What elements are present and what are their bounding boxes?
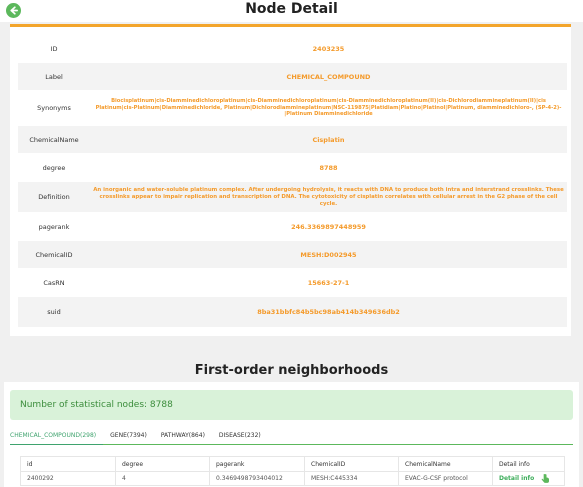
top-bar: Node Detail: [0, 0, 583, 22]
detail-row-chemicalname: ChemicalName Cisplatin: [18, 126, 567, 153]
page-title: Node Detail: [245, 1, 338, 17]
detail-label: pagerank: [38, 222, 70, 231]
detail-label: degree: [42, 163, 66, 172]
detail-label: ID: [50, 44, 58, 53]
neighbors-table: id degree pagerank ChemicalID ChemicalNa…: [20, 456, 565, 486]
detail-label: Label: [45, 72, 63, 81]
detail-row-degree: degree 8788: [18, 154, 567, 181]
node-detail-card: ID 2403235 Label CHEMICAL_COMPOUND Synon…: [10, 24, 571, 336]
detail-value: 2403235: [312, 44, 345, 53]
cell-detail-info: Detail info: [492, 471, 565, 486]
detail-label: CasRN: [43, 278, 65, 287]
detail-label: Definition: [38, 193, 70, 201]
detail-label: ChemicalID: [35, 250, 73, 259]
tab-chemical-compound[interactable]: CHEMICAL_COMPOUND(298): [10, 432, 104, 445]
detail-value: An inorganic and water-soluble platinum …: [93, 186, 564, 207]
column-header: ChemicalID: [304, 456, 399, 472]
detail-value: Cisplatin: [312, 135, 345, 144]
column-header: ChemicalName: [398, 456, 493, 472]
detail-row-id: ID 2403235: [18, 35, 567, 62]
neighborhoods-panel: Number of statistical nodes: 8788 CHEMIC…: [4, 382, 579, 487]
tab-bar: CHEMICAL_COMPOUND(298) GENE(7394) PATHWA…: [10, 425, 573, 445]
detail-row-synonyms: Synonyms Biocisplatinum|cis-Diamminedich…: [18, 91, 567, 125]
detail-value: MESH:D002945: [300, 250, 357, 259]
tab-pathway[interactable]: PATHWAY(864): [154, 432, 212, 444]
detail-value: CHEMICAL_COMPOUND: [286, 72, 371, 81]
cell-degree: 4: [115, 471, 210, 486]
detail-value: Biocisplatinum|cis-Diamminedichloroplati…: [95, 98, 562, 118]
column-header: Detail info: [492, 456, 565, 472]
detail-value: 8ba31bbfc84b5bc98ab414b349636db2: [257, 308, 400, 316]
detail-label: ChemicalName: [29, 135, 79, 144]
table-row: 2400292 4 0.3469498793404012 MESH:C44533…: [20, 471, 565, 486]
detail-label: suid: [47, 308, 61, 316]
stat-box: Number of statistical nodes: 8788: [10, 390, 573, 420]
detail-value: 246.3369897448959: [291, 222, 366, 231]
detail-row-chemicalid: ChemicalID MESH:D002945: [18, 241, 567, 268]
table-header-row: id degree pagerank ChemicalID ChemicalNa…: [20, 456, 565, 472]
detail-row-suid: suid 8ba31bbfc84b5bc98ab414b349636db2: [18, 297, 567, 327]
column-header: degree: [115, 456, 210, 472]
detail-label: Synonyms: [37, 104, 71, 112]
cell-id: 2400292: [20, 471, 116, 486]
tab-gene[interactable]: GENE(7394): [103, 432, 154, 444]
column-header: pagerank: [209, 456, 305, 472]
cell-chemicalname: EVAC-G-CSF protocol: [398, 471, 493, 486]
section-title: First-order neighborhoods: [194, 363, 389, 378]
detail-value: 15663-27-1: [307, 278, 350, 287]
column-header: id: [20, 456, 116, 472]
detail-value: 8788: [319, 163, 338, 172]
detail-info-link[interactable]: Detail info: [499, 475, 534, 482]
detail-row-label: Label CHEMICAL_COMPOUND: [18, 63, 567, 90]
detail-row-casrn: CasRN 15663-27-1: [18, 269, 567, 296]
cell-pagerank: 0.3469498793404012: [209, 471, 305, 486]
tab-disease[interactable]: DISEASE(232): [212, 432, 268, 444]
detail-row-definition: Definition An inorganic and water-solubl…: [18, 182, 567, 212]
pointing-hand-icon[interactable]: [540, 473, 551, 484]
detail-row-pagerank: pagerank 246.3369897448959: [18, 213, 567, 240]
cell-chemicalid: MESH:C445334: [304, 471, 399, 486]
